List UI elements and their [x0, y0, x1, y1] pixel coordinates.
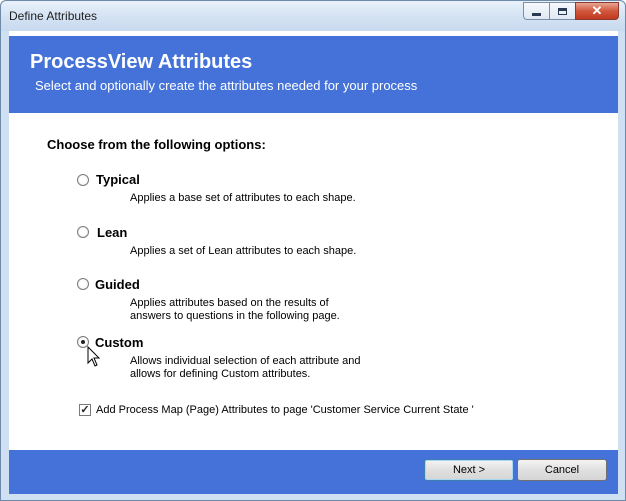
- minimize-button[interactable]: [523, 2, 549, 20]
- header-subtitle: Select and optionally create the attribu…: [35, 78, 418, 93]
- typical-description: Applies a base set of attributes to each…: [130, 192, 356, 205]
- title-bar[interactable]: Define Attributes ✕: [1, 1, 625, 31]
- guided-description-line-1: Applies attributes based on the results …: [130, 297, 329, 309]
- header-title: ProcessView Attributes: [30, 51, 253, 73]
- header-banner: ProcessView Attributes Select and option…: [9, 36, 618, 113]
- options-heading: Choose from the following options:: [47, 137, 266, 152]
- custom-label[interactable]: Custom: [95, 335, 143, 350]
- dialog-body: ProcessView Attributes Select and option…: [9, 31, 618, 494]
- page-attributes-checkbox[interactable]: ✓: [79, 404, 91, 416]
- lean-label[interactable]: Lean: [97, 225, 127, 240]
- cancel-button[interactable]: Cancel: [517, 459, 607, 481]
- custom-description: Allows individual selection of each attr…: [130, 355, 361, 381]
- close-icon: ✕: [591, 3, 603, 18]
- close-button[interactable]: ✕: [575, 2, 619, 20]
- guided-description: Applies attributes based on the results …: [130, 297, 340, 323]
- window-title: Define Attributes: [9, 9, 98, 23]
- caption-buttons: ✕: [523, 2, 619, 20]
- typical-radio[interactable]: [77, 174, 89, 186]
- footer-banner: Next > Cancel: [9, 450, 618, 494]
- lean-radio[interactable]: [77, 226, 89, 238]
- lean-description-line: Applies a set of Lean attributes to each…: [130, 245, 357, 257]
- typical-label[interactable]: Typical: [96, 172, 140, 187]
- custom-description-line-2: allows for defining Custom attributes.: [130, 368, 311, 380]
- lean-description: Applies a set of Lean attributes to each…: [130, 245, 356, 258]
- guided-radio[interactable]: [77, 278, 89, 290]
- arrow-cursor-icon: [87, 346, 101, 367]
- maximize-button[interactable]: [549, 2, 575, 20]
- minimize-icon: [532, 12, 541, 16]
- page-attributes-label[interactable]: Add Process Map (Page) Attributes to pag…: [96, 404, 474, 416]
- typical-description-line: Applies a base set of attributes to each…: [130, 192, 356, 204]
- guided-label[interactable]: Guided: [95, 277, 140, 292]
- guided-description-line-2: answers to questions in the following pa…: [130, 310, 340, 322]
- custom-description-line-1: Allows individual selection of each attr…: [130, 355, 361, 367]
- check-icon: ✓: [80, 404, 90, 416]
- define-attributes-dialog: Define Attributes ✕ ProcessView Attribut…: [0, 0, 626, 501]
- maximize-icon: [558, 7, 567, 15]
- next-button[interactable]: Next >: [424, 459, 514, 481]
- radio-selected-dot: [81, 340, 85, 344]
